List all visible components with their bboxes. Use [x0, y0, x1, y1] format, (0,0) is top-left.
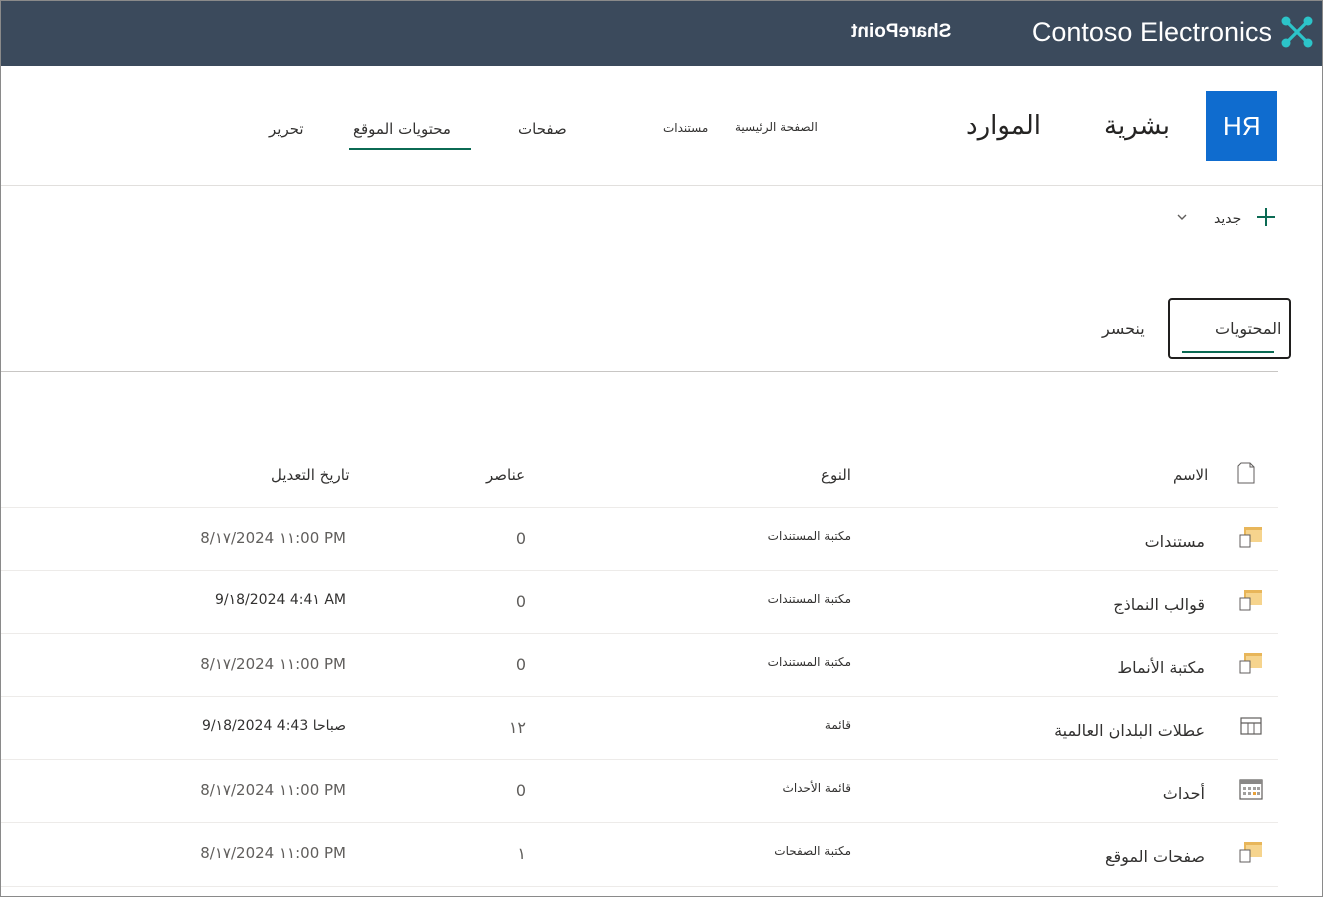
item-count: 0: [515, 781, 526, 800]
nav-edit[interactable]: تحرير: [269, 120, 304, 138]
item-type: قائمة: [824, 718, 851, 732]
suite-bar: SharePoint Contoso Electronics: [1, 1, 1322, 66]
nav-home[interactable]: الصفحة الرئيسية: [735, 120, 818, 134]
item-type: مكتبة المستندات: [767, 592, 851, 606]
site-title-part2[interactable]: الموارد: [966, 111, 1041, 141]
chevron-down-icon[interactable]: [1176, 211, 1188, 223]
item-count: ١٢: [508, 718, 526, 737]
calendar-icon: [1239, 779, 1263, 800]
item-modified: 8/١٧/2024 ١١:00 PM: [200, 781, 346, 799]
item-modified: 9/١8/2024 4:4١ AM: [214, 592, 346, 608]
document-library-icon: [1239, 653, 1262, 674]
site-header: RH بشرية الموارد: [1, 67, 1322, 186]
plus-icon[interactable]: [1255, 206, 1277, 228]
nav-documents[interactable]: مستندات: [663, 121, 708, 135]
item-type: مكتبة المستندات: [767, 529, 851, 543]
document-library-icon: [1239, 590, 1262, 611]
document-library-icon: [1239, 842, 1262, 863]
item-name[interactable]: أحداث: [1163, 784, 1205, 803]
document-library-icon: [1239, 527, 1262, 548]
column-header-modified[interactable]: تاريخ التعديل: [271, 466, 350, 484]
column-header-name[interactable]: الاسم: [1173, 466, 1208, 484]
item-modified: 8/١٧/2024 ١١:00 PM: [200, 655, 346, 673]
nav-selected-indicator: [349, 148, 471, 150]
item-name[interactable]: صفحات الموقع: [1105, 847, 1205, 866]
page-frame: SharePoint Contoso Electronics RH بشرية …: [0, 0, 1323, 897]
item-name[interactable]: مكتبة الأنماط: [1117, 658, 1205, 677]
item-type: مكتبة الصفحات: [774, 844, 851, 858]
item-count: 0: [515, 529, 526, 548]
table-row[interactable]: عطلات البلدان العالمية قائمة ١٢ 9/١8/202…: [1, 696, 1278, 760]
list-icon: [1240, 717, 1262, 735]
tab-recycle-bin[interactable]: ينحسر: [1102, 319, 1145, 338]
nav-site-contents[interactable]: محتويات الموقع: [353, 120, 451, 138]
file-type-icon: [1237, 462, 1255, 484]
new-button[interactable]: جديد: [1214, 211, 1241, 227]
item-type: قائمة الأحداث: [782, 781, 851, 795]
organization-name[interactable]: Contoso Electronics: [1032, 17, 1272, 48]
item-name[interactable]: عطلات البلدان العالمية: [1054, 721, 1205, 740]
tab-contents[interactable]: المحتويات: [1215, 319, 1281, 338]
table-row[interactable]: مستندات مكتبة المستندات 0 8/١٧/2024 ١١:0…: [1, 507, 1278, 571]
item-modified: 8/١٧/2024 ١١:00 PM: [200, 844, 346, 862]
column-header-type[interactable]: النوع: [821, 466, 851, 484]
table-row[interactable]: مكتبة الأنماط مكتبة المستندات 0 8/١٧/202…: [1, 633, 1278, 697]
nav-pages[interactable]: صفحات: [518, 120, 567, 138]
table-row[interactable]: أحداث قائمة الأحداث 0 8/١٧/2024 ١١:00 PM: [1, 759, 1278, 823]
column-header-items[interactable]: عناصر: [486, 466, 525, 484]
pivot-selected-indicator: [1182, 351, 1274, 353]
item-modified: 9/١8/2024 4:43 صباحا: [201, 718, 346, 734]
item-count: 0: [515, 655, 526, 674]
table-row[interactable]: صفحات الموقع مكتبة الصفحات ١ 8/١٧/2024 ١…: [1, 822, 1278, 887]
item-type: مكتبة المستندات: [767, 655, 851, 669]
item-count: ١: [517, 844, 526, 863]
site-logo[interactable]: RH: [1206, 91, 1277, 161]
waffle-x-icon[interactable]: [1280, 15, 1314, 49]
product-name[interactable]: SharePoint: [851, 21, 951, 43]
table-row[interactable]: قوالب النماذج مكتبة المستندات 0 9/١8/202…: [1, 570, 1278, 634]
site-title-part1[interactable]: بشرية: [1104, 111, 1170, 141]
pivot-divider: [1, 371, 1278, 372]
item-modified: 8/١٧/2024 ١١:00 PM: [200, 529, 346, 547]
item-name[interactable]: قوالب النماذج: [1113, 595, 1205, 614]
item-name[interactable]: مستندات: [1145, 532, 1205, 551]
item-count: 0: [515, 592, 526, 611]
